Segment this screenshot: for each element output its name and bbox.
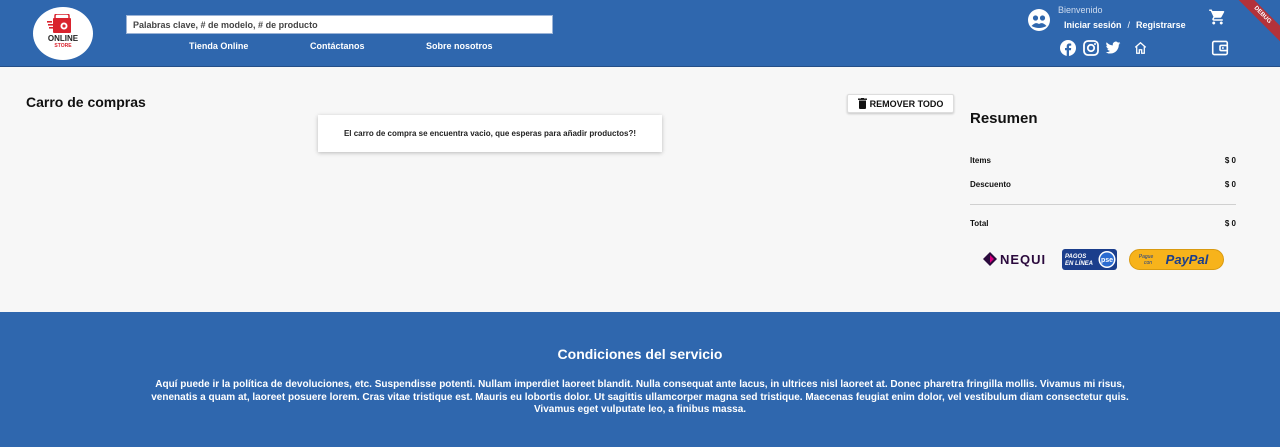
page-title: Carro de compras [26,94,146,110]
summary-value: $ 0 [1224,156,1236,165]
total-label: Total [970,219,989,228]
remove-all-button[interactable]: REMOVER TODO [847,94,954,113]
welcome-text: Bienvenido [1058,5,1103,15]
debug-banner: DEBUG [1229,0,1280,48]
pse-text-line-1: PAGOS [1065,254,1086,260]
logo-subtitle: STORE [54,43,72,49]
pse-payment-option[interactable]: PAGOS EN LÍNEA pse [1062,249,1117,270]
summary-value: $ 0 [1224,180,1236,189]
summary-divider [970,204,1236,205]
instagram-icon[interactable] [1083,40,1099,56]
trash-icon [857,98,867,109]
logo-title: ONLINE [47,34,79,43]
summary-row-total: Total $ 0 [970,219,1236,228]
paypal-prefix-2: con [1144,260,1152,266]
pse-text-line-2: EN LÍNEA [1065,260,1093,267]
facebook-icon[interactable] [1060,40,1076,56]
paypal-payment-option[interactable]: Pague con PayPal [1129,249,1224,270]
pse-badge-text: pse [1101,257,1113,264]
summary-label: Items [970,156,991,165]
nequi-logo-icon [983,252,997,266]
search-input[interactable] [126,15,553,34]
twitter-icon[interactable] [1105,40,1121,56]
total-value: $ 0 [1224,219,1236,228]
footer-title: Condiciones del servicio [557,346,723,362]
paypal-wordmark: PayPal [1166,252,1209,267]
home-icon[interactable] [1133,41,1148,55]
summary-row-discount: Descuento $ 0 [970,180,1236,189]
summary-title: Resumen [970,110,1038,127]
auth-separator: / [1127,20,1131,30]
store-logo[interactable]: ONLINE STORE [33,7,93,60]
nav-link-sobre-nosotros[interactable]: Sobre nosotros [426,41,493,51]
nequi-wordmark: NEQUI [1000,251,1047,267]
shopping-bag-logo-icon [47,14,71,33]
summary-row-items: Items $ 0 [970,156,1236,165]
top-header: ONLINE STORE Tienda Online Contáctanos S… [0,0,1280,67]
nequi-payment-option[interactable]: NEQUI [983,249,1049,269]
nav-link-contactanos[interactable]: Contáctanos [310,41,365,51]
empty-cart-message: El carro de compra se encuentra vacio, q… [318,115,662,152]
summary-label: Descuento [970,180,1011,189]
cart-icon[interactable] [1208,8,1227,26]
login-link[interactable]: Iniciar sesión [1064,20,1122,30]
footer-terms-text: Aquí puede ir la política de devolucione… [151,379,1129,415]
account-icon[interactable] [1028,9,1050,31]
wallet-icon[interactable] [1211,40,1229,56]
remove-all-label: REMOVER TODO [869,98,944,109]
auth-links: Iniciar sesión / Registrarse [1064,20,1186,30]
nav-link-tienda-online[interactable]: Tienda Online [189,41,248,51]
footer: Condiciones del servicio Aquí puede ir l… [0,312,1280,447]
register-link[interactable]: Registrarse [1136,20,1186,30]
